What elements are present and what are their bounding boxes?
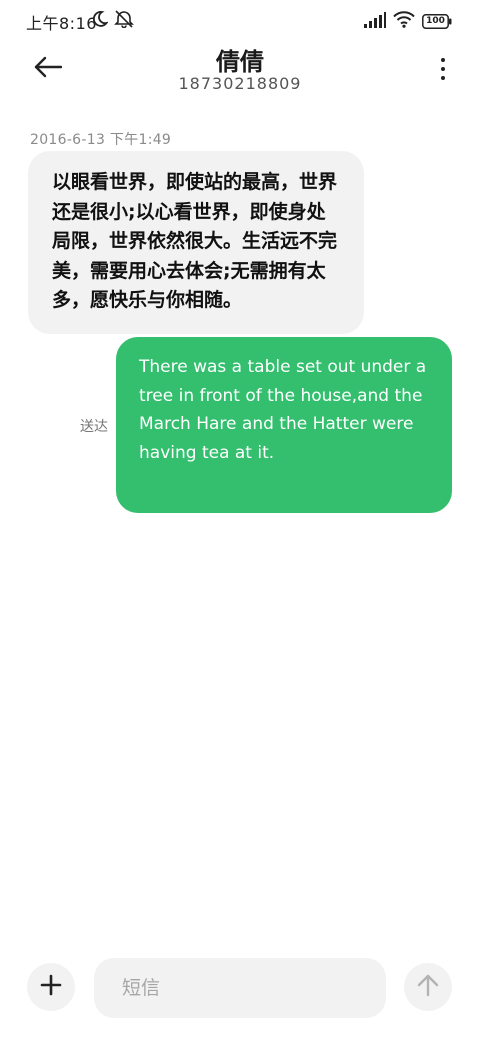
contact-number: 18730218809 bbox=[178, 74, 302, 93]
contact-name: 倩倩 bbox=[216, 48, 264, 76]
status-time: 上午8:16 bbox=[26, 14, 97, 33]
status-left-icons bbox=[92, 10, 134, 32]
battery-icon: 100 bbox=[422, 14, 452, 29]
send-button[interactable] bbox=[404, 963, 452, 1011]
wifi-icon bbox=[393, 11, 415, 32]
signal-icon bbox=[364, 11, 386, 32]
add-attachment-button[interactable] bbox=[27, 963, 75, 1011]
outgoing-message-bubble[interactable]: There was a table set out under a tree i… bbox=[116, 337, 452, 513]
status-right-icons: 100 bbox=[364, 11, 452, 32]
mute-icon bbox=[114, 10, 134, 32]
status-bar: 上午8:16 100 bbox=[0, 0, 480, 40]
plus-icon bbox=[40, 974, 62, 1000]
message-timestamp: 2016-6-13 下午1:49 bbox=[30, 132, 172, 148]
delivery-status: 送达 bbox=[80, 419, 108, 435]
moon-icon bbox=[92, 10, 109, 32]
more-options-button[interactable] bbox=[436, 54, 450, 84]
battery-level: 100 bbox=[426, 16, 445, 26]
more-vertical-icon bbox=[441, 58, 445, 62]
conversation-header: 倩倩 18730218809 bbox=[0, 40, 480, 110]
arrow-up-icon bbox=[417, 973, 439, 1001]
incoming-message-bubble[interactable]: 以眼看世界，即使站的最高，世界还是很小;以心看世界，即使身处局限，世界依然很大。… bbox=[28, 151, 364, 334]
message-composer bbox=[0, 952, 480, 1022]
sms-input[interactable] bbox=[94, 958, 386, 1018]
